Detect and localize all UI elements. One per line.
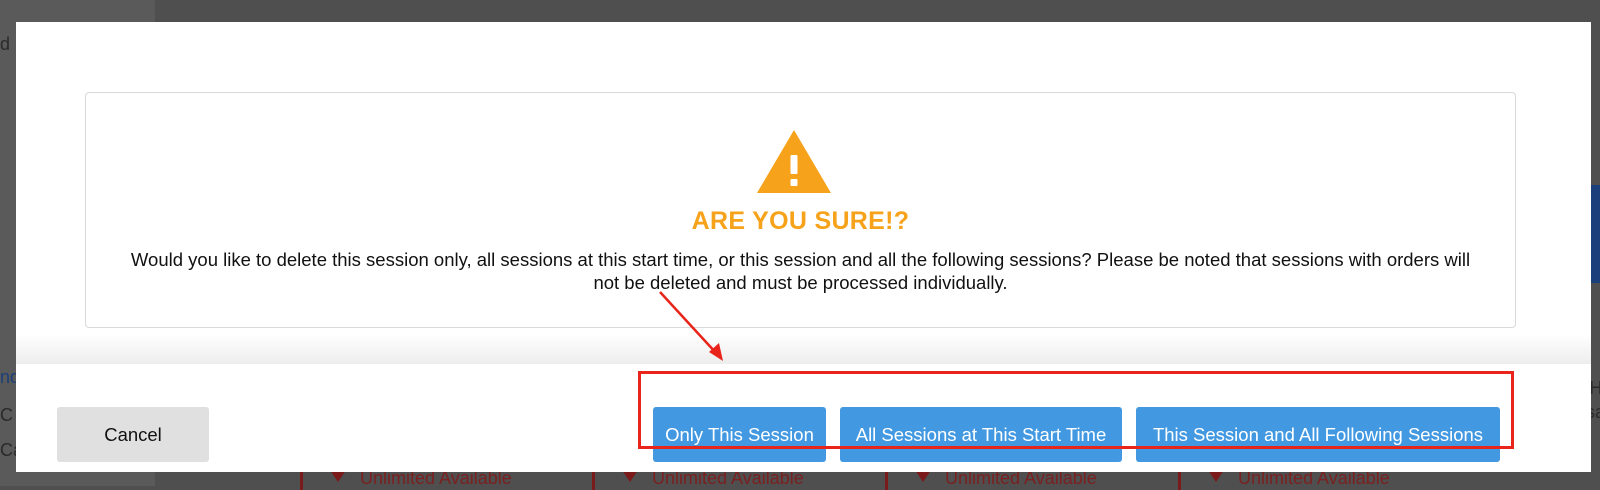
dialog-title: ARE YOU SURE!? xyxy=(691,207,910,235)
warning-triangle-icon xyxy=(755,128,833,195)
annotation-arrow-icon xyxy=(659,291,723,361)
annotation-highlight-box xyxy=(638,371,1514,449)
background-text: d xyxy=(0,34,11,54)
dialog-content-card: ARE YOU SURE!? Would you like to delete … xyxy=(85,92,1516,328)
cancel-button[interactable]: Cancel xyxy=(57,407,209,462)
background-text: C xyxy=(0,405,13,425)
dialog-message: Would you like to delete this session on… xyxy=(130,249,1471,293)
footer-shadow xyxy=(16,334,1591,364)
